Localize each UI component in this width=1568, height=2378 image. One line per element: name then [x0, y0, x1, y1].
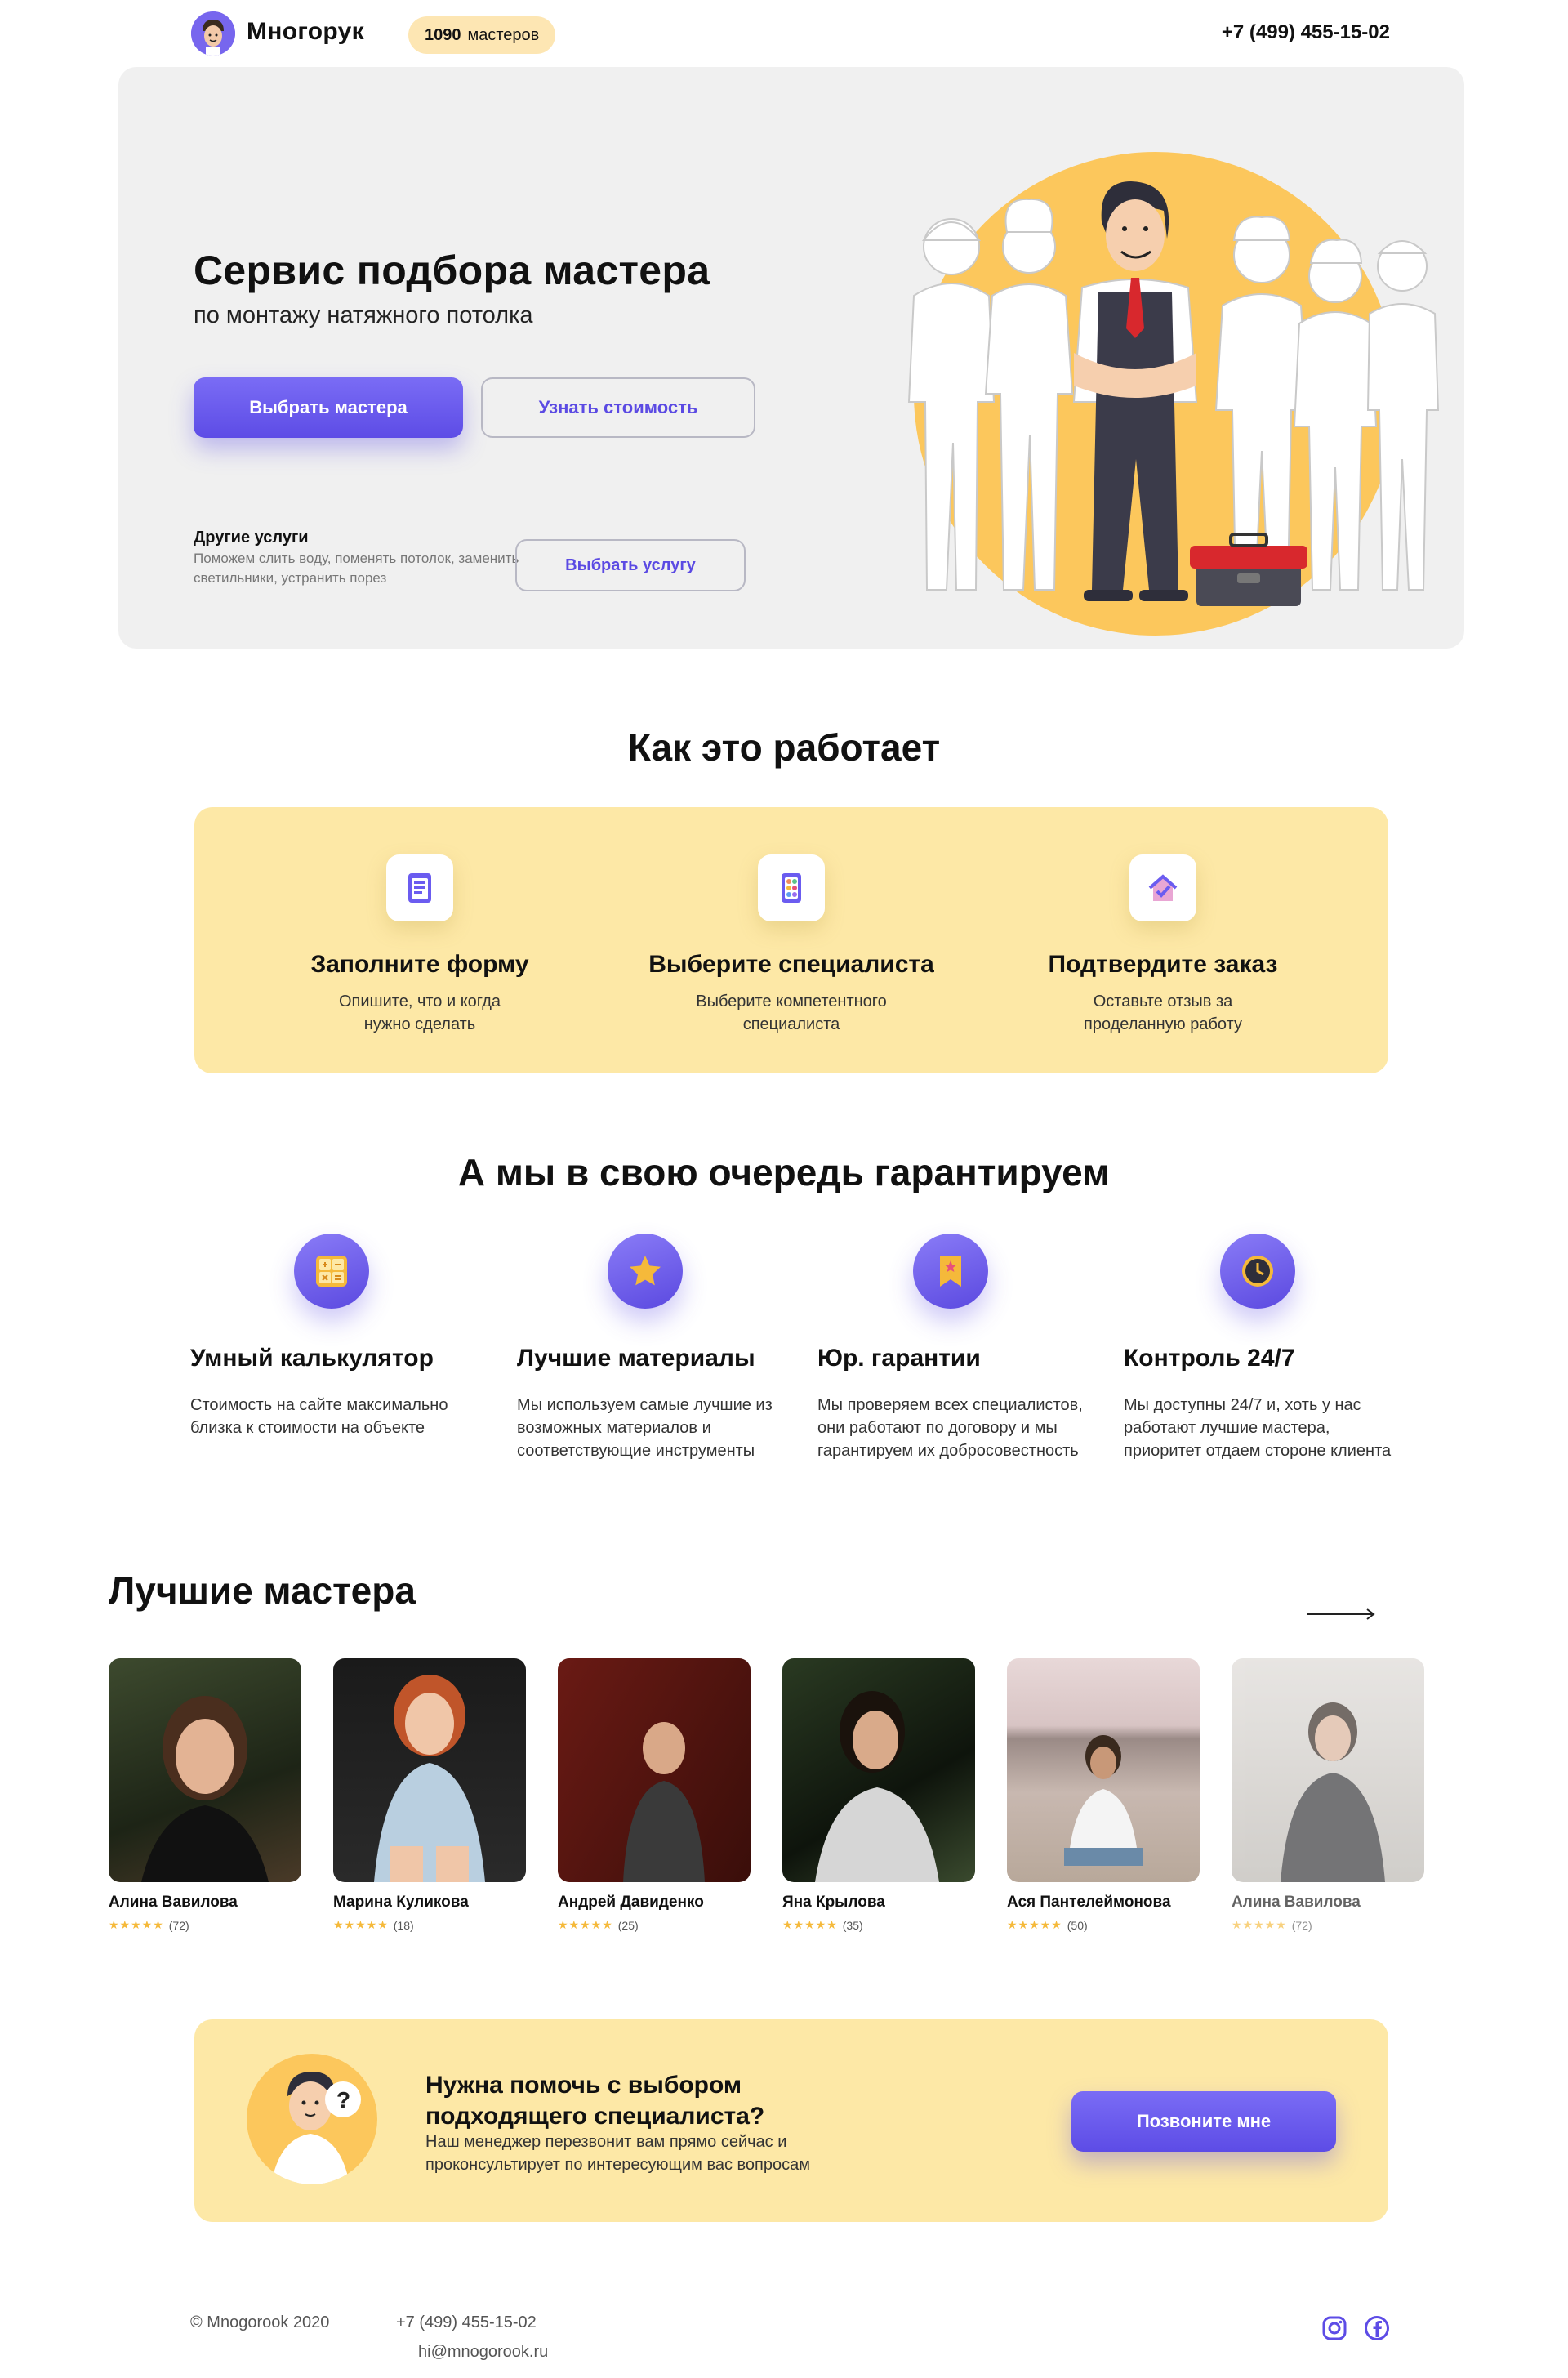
master-card[interactable]: Андрей Давиденко ★★★★★ (25) — [558, 1658, 751, 1932]
feature-desc: Мы доступны 24/7 и, хоть у нас работают … — [1124, 1396, 1392, 1460]
house-check-icon — [1129, 854, 1196, 921]
master-photo[interactable] — [558, 1658, 751, 1882]
masters-count-badge: 1090 мастеров — [408, 16, 556, 54]
master-name[interactable]: Алина Вавилова — [109, 1894, 301, 1912]
master-rating: ★★★★★ (35) — [782, 1918, 975, 1932]
cta-title: Нужна помочь с выбором подходящего специ… — [425, 2072, 765, 2130]
get-price-button[interactable]: Узнать стоимость — [481, 377, 755, 438]
feature-legal: Юр. гарантии Мы проверяем всех специалис… — [817, 1234, 1095, 1460]
step-choose-specialist: Выберите специалиста Выберите компетентн… — [612, 854, 971, 1036]
master-rating: ★★★★★ (50) — [1007, 1918, 1200, 1932]
instagram-icon[interactable] — [1321, 2315, 1348, 2345]
master-name[interactable]: Ася Пантелеймонова — [1007, 1894, 1200, 1912]
footer-phone[interactable]: +7 (499) 455-15-02 — [396, 2313, 537, 2332]
feature-title: Юр. гарантии — [817, 1345, 981, 1372]
feature-title: Умный калькулятор — [190, 1345, 434, 1372]
site-header: Многорук 1090 мастеров +7 (499) 455-15-0… — [0, 0, 1568, 67]
hero-section: Сервис подбора мастера по монтажу натяжн… — [118, 67, 1464, 649]
help-cta-panel: ? Нужна помочь с выбором подходящего спе… — [194, 2019, 1388, 2222]
step-confirm-order: Подтвердите заказ Оставьте отзыв за прод… — [983, 854, 1343, 1036]
rating-stars-icon: ★★★★★ — [1232, 1918, 1287, 1931]
reviews-count: (25) — [617, 1918, 639, 1932]
feature-desc: Мы проверяем всех специалистов, они рабо… — [817, 1396, 1083, 1460]
logo-avatar-icon[interactable] — [191, 11, 235, 56]
how-it-works-panel: Заполните форму Опишите, что и когда нуж… — [194, 807, 1388, 1073]
master-photo[interactable] — [782, 1658, 975, 1882]
reviews-count: (72) — [168, 1918, 189, 1932]
step-desc: Оставьте отзыв за проделанную работу — [1084, 993, 1242, 1033]
footer-email[interactable]: hi@mnogorook.ru — [418, 2343, 548, 2362]
master-photo[interactable] — [1007, 1658, 1200, 1882]
master-rating: ★★★★★ (72) — [1232, 1918, 1424, 1932]
feature-title: Контроль 24/7 — [1124, 1345, 1295, 1372]
master-card[interactable]: Алина Вавилова ★★★★★ (72) — [1232, 1658, 1424, 1932]
rating-stars-icon: ★★★★★ — [333, 1918, 389, 1931]
step-title: Заполните форму — [310, 951, 529, 978]
calculator-icon — [294, 1234, 369, 1309]
cta-desc: Наш менеджер перезвонит вам прямо сейчас… — [425, 2133, 811, 2174]
step-desc: Выберите компетентного специалиста — [696, 993, 887, 1033]
master-name[interactable]: Марина Куликова — [333, 1894, 526, 1912]
footer-copyright: © Mnogorook 2020 — [190, 2313, 330, 2331]
master-name[interactable]: Алина Вавилова — [1232, 1894, 1424, 1912]
feature-desc: Мы используем самые лучшие из возможных … — [517, 1396, 773, 1460]
master-rating: ★★★★★ (18) — [333, 1918, 526, 1932]
clock-icon — [1220, 1234, 1295, 1309]
reviews-count: (35) — [842, 1918, 863, 1932]
svg-text:?: ? — [336, 2087, 350, 2113]
rating-stars-icon: ★★★★★ — [1007, 1918, 1062, 1931]
step-fill-form: Заполните форму Опишите, что и когда нуж… — [240, 854, 599, 1036]
guarantee-title: А мы в свою очередь гарантируем — [457, 1151, 1111, 1193]
master-rating: ★★★★★ (72) — [109, 1918, 301, 1932]
hero-illustration — [853, 132, 1441, 649]
masters-count: 1090 — [425, 25, 461, 44]
specialist-icon — [758, 854, 825, 921]
master-photo[interactable] — [333, 1658, 526, 1882]
feature-title: Лучшие материалы — [517, 1345, 755, 1372]
how-it-works-title: Как это работает — [627, 726, 941, 769]
master-card[interactable]: Алина Вавилова ★★★★★ (72) — [109, 1658, 301, 1932]
masters-count-label: мастеров — [467, 25, 540, 44]
other-services-desc: Поможем слить воду, поменять потолок, за… — [194, 551, 519, 586]
form-icon — [386, 854, 453, 921]
rating-stars-icon: ★★★★★ — [109, 1918, 164, 1931]
rating-stars-icon: ★★★★★ — [558, 1918, 613, 1931]
star-icon — [608, 1234, 683, 1309]
reviews-count: (50) — [1067, 1918, 1088, 1932]
other-services-title: Другие услуги — [194, 529, 309, 547]
feature-desc: Стоимость на сайте максимально близка к … — [190, 1396, 448, 1437]
hero-subtitle: по монтажу натяжного потолка — [194, 302, 533, 328]
call-me-button[interactable]: Позвоните мне — [1071, 2091, 1336, 2152]
reviews-count: (72) — [1291, 1918, 1312, 1932]
feature-calculator: Умный калькулятор Стоимость на сайте мак… — [190, 1234, 468, 1437]
next-arrow-icon[interactable] — [1307, 1608, 1377, 1625]
facebook-icon[interactable] — [1364, 2315, 1390, 2345]
master-rating: ★★★★★ (25) — [558, 1918, 751, 1932]
bookmark-icon — [913, 1234, 988, 1309]
brand-name[interactable]: Многорук — [247, 18, 364, 46]
best-masters-title: Лучшие мастера — [109, 1569, 416, 1612]
hero-title: Сервис подбора мастера — [194, 248, 710, 293]
feature-materials: Лучшие материалы Мы используем самые луч… — [517, 1234, 795, 1460]
master-photo[interactable] — [109, 1658, 301, 1882]
header-phone[interactable]: +7 (499) 455-15-02 — [1222, 21, 1390, 44]
feature-control: Контроль 24/7 Мы доступны 24/7 и, хоть у… — [1124, 1234, 1401, 1460]
question-person-icon: ? — [247, 2054, 377, 2184]
reviews-count: (18) — [393, 1918, 414, 1932]
choose-master-button[interactable]: Выбрать мастера — [194, 377, 463, 438]
rating-stars-icon: ★★★★★ — [782, 1918, 838, 1931]
master-card[interactable]: Ася Пантелеймонова ★★★★★ (50) — [1007, 1658, 1200, 1932]
master-name[interactable]: Яна Крылова — [782, 1894, 975, 1912]
step-title: Выберите специалиста — [648, 951, 934, 978]
choose-service-button[interactable]: Выбрать услугу — [515, 539, 746, 591]
master-name[interactable]: Андрей Давиденко — [558, 1894, 751, 1912]
master-card[interactable]: Марина Куликова ★★★★★ (18) — [333, 1658, 526, 1932]
master-photo[interactable] — [1232, 1658, 1424, 1882]
master-card[interactable]: Яна Крылова ★★★★★ (35) — [782, 1658, 975, 1932]
step-title: Подтвердите заказ — [1048, 951, 1278, 978]
step-desc: Опишите, что и когда нужно сделать — [339, 993, 501, 1033]
